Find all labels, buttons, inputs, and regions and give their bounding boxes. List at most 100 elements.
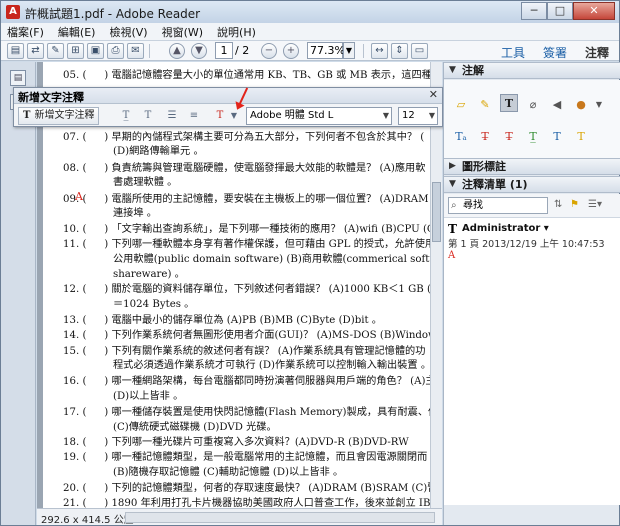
panel-header[interactable]: 新增文字注釋 ✕ xyxy=(14,88,442,104)
zoom-input[interactable]: 77.3% xyxy=(307,42,345,59)
print-icon[interactable]: ⎙ xyxy=(107,43,124,59)
horizontal-scrollbar[interactable] xyxy=(125,512,435,523)
comment-link[interactable]: 注釋 xyxy=(585,44,609,61)
font-size-down-icon[interactable]: T̲ xyxy=(118,108,134,124)
highlight-icon[interactable]: T xyxy=(572,128,590,146)
close-icon[interactable]: ✕ xyxy=(429,88,438,101)
font-size-value: 12 xyxy=(402,110,415,121)
section-label: 注釋清單 (1) xyxy=(462,178,528,191)
comments-search-input[interactable]: ⌕ 尋找 xyxy=(448,197,548,214)
menu-help[interactable]: 說明(H) xyxy=(217,24,256,40)
drawing-markups-section-header[interactable]: ▶ 圖形標註 xyxy=(444,158,620,175)
text-comment-marker[interactable]: A xyxy=(75,190,83,203)
comments-list-section-header[interactable]: ▼ 注釋清單 (1) xyxy=(444,176,620,193)
stamp-dropdown-icon[interactable]: ▼ xyxy=(590,96,608,114)
record-audio-icon[interactable]: ◀ xyxy=(548,96,566,114)
highlight-text-icon[interactable]: ✎ xyxy=(476,96,494,114)
window-controls: ─ □ ✕ xyxy=(521,2,615,20)
strikethrough-icon[interactable]: T̶ xyxy=(500,128,518,146)
task-pane-links: 工具 簽署 注釋 xyxy=(483,44,609,61)
question-line: 13. ( ) 電腦中最小的儲存單位為 (A)PB (B)MB (C)Byte … xyxy=(63,315,382,326)
annotation-tools: ▱ ✎ T ⌀ ◀ ● ▼ Tₐ T̶ T̶ T̲ T T xyxy=(444,80,620,158)
comment-author: Administrator ▾ xyxy=(462,223,549,234)
edit-pdf-icon[interactable]: ✎ xyxy=(47,43,64,59)
insert-text-icon[interactable]: Tₐ xyxy=(452,128,470,146)
underline-icon[interactable]: T̲ xyxy=(524,128,542,146)
previous-page-button[interactable]: ▲ xyxy=(169,43,185,59)
document-view[interactable]: 05. ( ) 電腦記憶體容量大小的單位通常用 KB、TB、GB 或 MB 表示… xyxy=(37,62,442,508)
collapse-triangle-icon: ▼ xyxy=(449,179,456,189)
vertical-scrollbar[interactable] xyxy=(430,62,442,508)
annotations-section-header[interactable]: ▼ 注解 xyxy=(444,62,620,79)
question-line: 21. ( ) 1890 年利用打孔卡片機器協助美國政府人口普查工作，後來並創立… xyxy=(63,498,442,508)
chevron-down-icon: ▼ xyxy=(382,111,389,120)
save-icon[interactable]: ▣ xyxy=(87,43,104,59)
font-family-select[interactable]: Adobe 明體 Std L ▼ xyxy=(246,107,392,125)
sticky-note-icon[interactable]: ▱ xyxy=(452,96,470,114)
menu-file[interactable]: 檔案(F) xyxy=(7,24,44,40)
add-text-comment-label: 新增文字注釋 xyxy=(34,110,95,121)
fit-width-icon[interactable]: ↔ xyxy=(371,43,388,59)
comments-list-toolbar: ⌕ 尋找 ⇅ ⚑ ☰▾ xyxy=(444,194,620,218)
page-size-label: 292.6 x 414.5 公釐 xyxy=(41,515,134,526)
maximize-button[interactable]: □ xyxy=(547,2,573,20)
question-continuation: 連接埠 。 xyxy=(113,208,157,219)
create-pdf-icon[interactable]: ⊞ xyxy=(67,43,84,59)
zoom-out-button[interactable]: − xyxy=(261,43,277,59)
question-line: 11. ( ) 下列哪一種軟體本身享有著作權保護，但可藉由 GPL 的授式，允許… xyxy=(63,239,436,250)
add-text-comment-button[interactable]: T 新增文字注釋 xyxy=(18,107,100,125)
app-window: A 許概試題1.pdf - Adobe Reader ─ □ ✕ 檔案(F) 編… xyxy=(0,0,620,526)
font-size-select[interactable]: 12 ▼ xyxy=(398,107,438,125)
add-note-to-text-icon[interactable]: T xyxy=(548,128,566,146)
zoom-in-button[interactable]: + xyxy=(283,43,299,59)
page-number-input[interactable]: 1 xyxy=(215,42,233,59)
scroll-thumb[interactable] xyxy=(432,182,441,242)
open-file-icon[interactable]: ▤ xyxy=(7,43,24,59)
menu-window[interactable]: 視窗(W) xyxy=(162,24,203,40)
stamp-icon[interactable]: ● xyxy=(572,96,590,114)
main-toolbar: ▤ ⇄ ✎ ⊞ ▣ ⎙ ✉ ▲ ▼ 1 / 2 − + 77.3% ▼ ↔ ⇕ … xyxy=(1,41,619,61)
text-comment-type-icon: T xyxy=(448,222,457,236)
panel-body: T 新增文字注釋 T̲ T ☰ ≡ T ▼ Adobe 明體 Std L ▼ 12 ▼ xyxy=(14,105,442,127)
menu-view[interactable]: 檢視(V) xyxy=(109,24,147,40)
tools-link[interactable]: 工具 xyxy=(501,44,525,61)
section-label: 圖形標註 xyxy=(462,160,506,173)
options-icon[interactable]: ☰▾ xyxy=(588,199,602,210)
add-text-comment-tool-icon[interactable]: T xyxy=(500,94,518,112)
question-line: 05. ( ) 電腦記憶體容量大小的單位通常用 KB、TB、GB 或 MB 表示… xyxy=(63,70,442,81)
fit-page-icon[interactable]: ⇕ xyxy=(391,43,408,59)
question-line: 10. ( ) 「文字輸出查詢系統」，是下列哪一種技術的應用？ (A)wifi … xyxy=(63,224,439,235)
question-line: 14. ( ) 下列作業系統何者無圖形使用者介面(GUI)？ (A)MS-DOS… xyxy=(63,330,442,341)
next-page-button[interactable]: ▼ xyxy=(191,43,207,59)
sign-link[interactable]: 簽署 xyxy=(543,44,567,61)
question-line: 19. ( ) 哪一種記憶體類型，是一般電腦常用的主記憶體，而且會因電源關閉而 xyxy=(63,452,428,463)
filter-comments-icon[interactable]: ⚑ xyxy=(570,199,579,210)
email-icon[interactable]: ✉ xyxy=(127,43,144,59)
close-window-button[interactable]: ✕ xyxy=(573,2,615,20)
comment-note-icon[interactable]: ▭ xyxy=(411,43,428,59)
question-continuation: (B)隨機存取記憶體 (C)輔助記憶體 (D)以上皆非 。 xyxy=(113,467,344,478)
question-line: 20. ( ) 下列的記憶體類型，何者的存取速度最快？ (A)DRAM (B)S… xyxy=(63,483,442,494)
line-spacing-icon[interactable]: ☰ xyxy=(164,108,180,124)
comment-pane: ▼ 注解 ▱ ✎ T ⌀ ◀ ● ▼ Tₐ T̶ T̶ T̲ T T ▶ 圖形標註 … xyxy=(443,62,620,525)
question-continuation: (D)以上皆非 。 xyxy=(113,391,184,402)
question-line: 17. ( ) 哪一種儲存裝置是使用快閃記憶體(Flash Memory)製成，… xyxy=(63,407,442,418)
zoom-dropdown-icon[interactable]: ▼ xyxy=(343,42,355,59)
search-placeholder: 尋找 xyxy=(463,200,483,211)
chevron-down-icon: ▼ xyxy=(428,111,435,120)
question-line: 09. ( ) 電腦所使用的主記憶體，要安裝在主機板上的哪一個位置？ (A)DR… xyxy=(63,194,442,205)
replace-text-icon[interactable]: T̶ xyxy=(476,128,494,146)
sort-icon[interactable]: ⇅ xyxy=(554,199,562,210)
font-size-up-icon[interactable]: T xyxy=(140,108,156,124)
question-continuation: 程式必須透過作業系統才可執行 (D)作業系統可以控制輸入輸出裝置 。 xyxy=(113,360,432,371)
menu-bar: 檔案(F) 編輯(E) 檢視(V) 視窗(W) 說明(H) xyxy=(1,23,619,41)
page-total: / 2 xyxy=(235,44,250,57)
text-tool-icon: T xyxy=(23,110,31,121)
convert-pdf-icon[interactable]: ⇄ xyxy=(27,43,44,59)
add-text-comment-panel: 新增文字注釋 ✕ T 新增文字注釋 T̲ T ☰ ≡ T ▼ Adobe 明體 S… xyxy=(13,87,443,127)
attach-file-icon[interactable]: ⌀ xyxy=(524,96,542,114)
page-thumbnails-icon[interactable]: ▤ xyxy=(10,70,26,86)
paragraph-spacing-icon[interactable]: ≡ xyxy=(186,108,202,124)
minimize-button[interactable]: ─ xyxy=(521,2,547,20)
menu-edit[interactable]: 編輯(E) xyxy=(58,24,96,40)
